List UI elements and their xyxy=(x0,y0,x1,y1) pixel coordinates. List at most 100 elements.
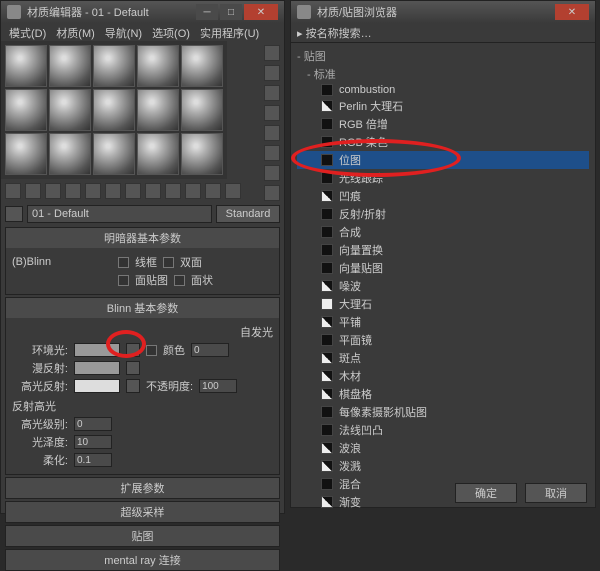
gloss-spinner[interactable]: 10 xyxy=(74,435,112,449)
matid-icon[interactable] xyxy=(145,183,161,199)
map-item-平面镜[interactable]: 平面镜 xyxy=(297,331,589,349)
menu-nav[interactable]: 导航(N) xyxy=(101,25,146,39)
map-item-向量置换[interactable]: 向量置换 xyxy=(297,241,589,259)
sample-slot[interactable] xyxy=(49,133,91,175)
sample-slot[interactable] xyxy=(181,133,223,175)
map-item-凹痕[interactable]: 凹痕 xyxy=(297,187,589,205)
preview-icon[interactable] xyxy=(264,145,280,161)
put-to-lib-icon[interactable] xyxy=(125,183,141,199)
map-item-光线跟踪[interactable]: 光线跟踪 xyxy=(297,169,589,187)
ambient-swatch[interactable] xyxy=(74,343,120,357)
ok-button[interactable]: 确定 xyxy=(455,483,517,503)
show-end-icon[interactable] xyxy=(185,183,201,199)
map-item-每像素摄影机贴图[interactable]: 每像素摄影机贴图 xyxy=(297,403,589,421)
sample-slot[interactable] xyxy=(93,89,135,131)
get-material-icon[interactable] xyxy=(5,183,21,199)
sample-slot[interactable] xyxy=(137,89,179,131)
map-item-波浪[interactable]: 波浪 xyxy=(297,439,589,457)
facemap-checkbox[interactable] xyxy=(118,275,129,286)
sample-slot[interactable] xyxy=(93,133,135,175)
reset-icon[interactable] xyxy=(65,183,81,199)
map-item-平铺[interactable]: 平铺 xyxy=(297,313,589,331)
maps-group[interactable]: - 贴图 xyxy=(297,47,589,65)
menu-material[interactable]: 材质(M) xyxy=(52,25,99,39)
sample-slot[interactable] xyxy=(49,45,91,87)
map-item-RGB 染色[interactable]: RGB 染色 xyxy=(297,133,589,151)
sample-slot[interactable] xyxy=(181,45,223,87)
menu-utilities[interactable]: 实用程序(U) xyxy=(196,25,263,39)
menu-options[interactable]: 选项(O) xyxy=(148,25,194,39)
specular-map-button[interactable] xyxy=(126,379,140,393)
material-type-button[interactable]: Standard xyxy=(216,205,280,223)
maps-rollout[interactable]: 贴图 xyxy=(5,525,280,547)
map-item-棋盘格[interactable]: 棋盘格 xyxy=(297,385,589,403)
sample-slot[interactable] xyxy=(5,89,47,131)
assign-icon[interactable] xyxy=(45,183,61,199)
sample-slot[interactable] xyxy=(93,45,135,87)
map-icon xyxy=(321,136,333,148)
options-icon[interactable] xyxy=(264,165,280,181)
rollout-header[interactable]: 明暗器基本参数 xyxy=(6,228,279,248)
max-button[interactable]: □ xyxy=(220,4,242,20)
pick-icon[interactable] xyxy=(5,206,23,222)
map-item-位图[interactable]: 位图 xyxy=(297,151,589,169)
close-button[interactable]: ✕ xyxy=(555,4,589,20)
sample-slot[interactable] xyxy=(181,89,223,131)
video-check-icon[interactable] xyxy=(264,125,280,141)
mentalray-rollout[interactable]: mental ray 连接 xyxy=(5,549,280,571)
wire-checkbox[interactable] xyxy=(118,257,129,268)
two-sided-checkbox[interactable] xyxy=(163,257,174,268)
go-parent-icon[interactable] xyxy=(205,183,221,199)
specular-highlights-group: 反射高光 高光级别:0 光泽度:10 柔化:0.1 xyxy=(12,398,273,468)
map-item-大理石[interactable]: 大理石 xyxy=(297,295,589,313)
self-illum-checkbox[interactable] xyxy=(146,345,157,356)
map-item-向量贴图[interactable]: 向量贴图 xyxy=(297,259,589,277)
map-item-噪波[interactable]: 噪波 xyxy=(297,277,589,295)
select-by-mat-icon[interactable] xyxy=(264,185,280,201)
map-item-反射/折射[interactable]: 反射/折射 xyxy=(297,205,589,223)
soften-spinner[interactable]: 0.1 xyxy=(74,453,112,467)
self-illum-spinner[interactable]: 0 xyxy=(191,343,229,357)
rollout-header[interactable]: Blinn 基本参数 xyxy=(6,298,279,318)
map-item-RGB 倍增[interactable]: RGB 倍增 xyxy=(297,115,589,133)
ambient-lock-icon[interactable] xyxy=(126,343,140,357)
map-item-combustion[interactable]: combustion xyxy=(297,83,589,97)
sample-slot[interactable] xyxy=(49,89,91,131)
diffuse-swatch[interactable] xyxy=(74,361,120,375)
uvtile-icon[interactable] xyxy=(264,105,280,121)
supersampling-rollout[interactable]: 超级采样 xyxy=(5,501,280,523)
faceted-checkbox[interactable] xyxy=(174,275,185,286)
map-item-木材[interactable]: 木材 xyxy=(297,367,589,385)
map-item-泼溅[interactable]: 泼溅 xyxy=(297,457,589,475)
show-in-vp-icon[interactable] xyxy=(165,183,181,199)
browser-search[interactable]: ▸ 按名称搜索… xyxy=(291,23,595,43)
sample-slot[interactable] xyxy=(5,45,47,87)
sample-slot[interactable] xyxy=(137,45,179,87)
spec-level-spinner[interactable]: 0 xyxy=(74,417,112,431)
extended-params-rollout[interactable]: 扩展参数 xyxy=(5,477,280,499)
sample-slot[interactable] xyxy=(137,133,179,175)
opacity-spinner[interactable]: 100 xyxy=(199,379,237,393)
material-name-dropdown[interactable]: 01 - Default xyxy=(27,205,212,223)
make-unique-icon[interactable] xyxy=(105,183,121,199)
go-sibling-icon[interactable] xyxy=(225,183,241,199)
self-illum-label: 自发光 xyxy=(240,324,273,340)
sample-slot[interactable] xyxy=(5,133,47,175)
map-item-合成[interactable]: 合成 xyxy=(297,223,589,241)
diffuse-map-button[interactable] xyxy=(126,361,140,375)
map-item-法线凹凸[interactable]: 法线凹凸 xyxy=(297,421,589,439)
map-item-斑点[interactable]: 斑点 xyxy=(297,349,589,367)
specular-swatch[interactable] xyxy=(74,379,120,393)
backlight-icon[interactable] xyxy=(264,65,280,81)
background-icon[interactable] xyxy=(264,85,280,101)
sample-type-icon[interactable] xyxy=(264,45,280,61)
standard-group[interactable]: - 标准 xyxy=(297,65,589,83)
close-button[interactable]: ✕ xyxy=(244,4,278,20)
shader-dropdown[interactable]: (B)Blinn xyxy=(12,256,112,268)
menu-mode[interactable]: 模式(D) xyxy=(5,25,50,39)
cancel-button[interactable]: 取消 xyxy=(525,483,587,503)
put-to-scene-icon[interactable] xyxy=(25,183,41,199)
min-button[interactable]: ─ xyxy=(196,4,218,20)
map-item-Perlin 大理石[interactable]: Perlin 大理石 xyxy=(297,97,589,115)
copy-icon[interactable] xyxy=(85,183,101,199)
